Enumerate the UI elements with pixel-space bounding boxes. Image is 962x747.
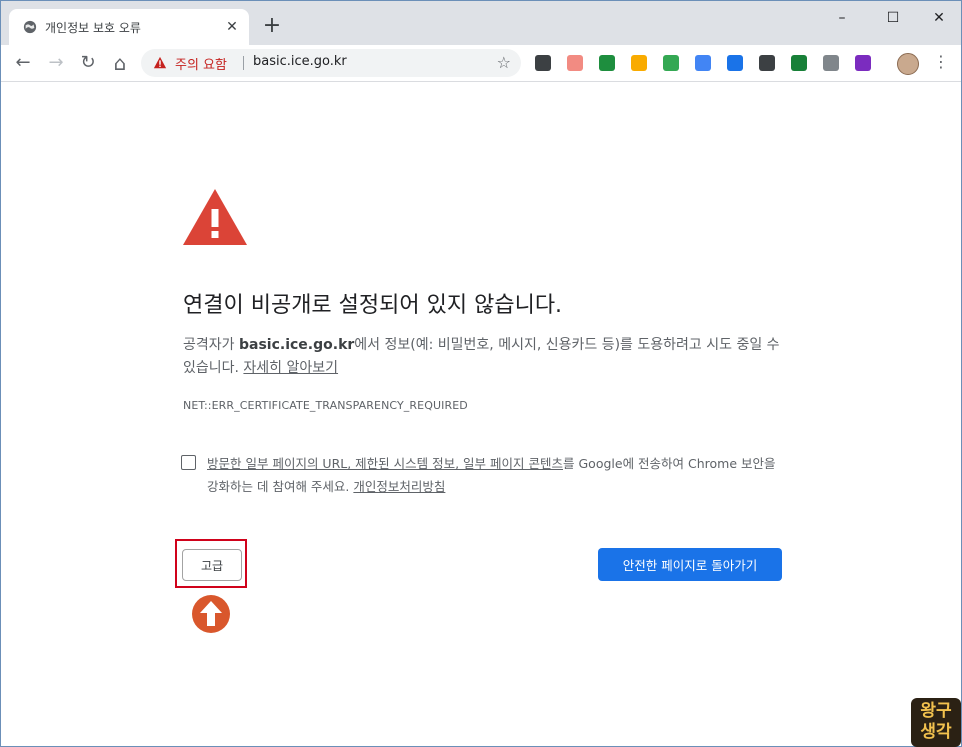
bookmark-star-icon[interactable]: ☆ (497, 53, 511, 72)
drive-icon[interactable] (663, 55, 679, 71)
tab-privacy-error[interactable]: 개인정보 보호 오류 ✕ (9, 9, 249, 45)
tab-close-icon[interactable]: ✕ (223, 18, 241, 36)
site-domain: basic.ice.go.kr (238, 337, 355, 353)
url-text[interactable]: basic.ice.go.kr (253, 54, 347, 69)
error-description: 공격자가 basic.ice.go.kr에서 정보(예: 비밀번호, 메시지, … (183, 337, 780, 376)
close-window-button[interactable]: ✕ (924, 7, 954, 29)
tab-strip: 개인정보 보호 오류 ✕ + – ☐ ✕ (1, 1, 961, 45)
minimize-button[interactable]: – (827, 7, 857, 29)
visual-studio-icon[interactable] (855, 55, 871, 71)
large-warning-icon (183, 189, 247, 245)
reload-button[interactable]: ↻ (76, 51, 100, 75)
translate-icon[interactable] (695, 55, 711, 71)
megaphone-icon[interactable] (727, 55, 743, 71)
consent-text: 방문한 일부 페이지의 URL, 제한된 시스템 정보, 일부 페이지 콘텐츠를… (207, 456, 776, 494)
error-code[interactable]: NET::ERR_CERTIFICATE_TRANSPARENCY_REQUIR… (183, 399, 468, 412)
maximize-button[interactable]: ☐ (878, 7, 908, 29)
profile-avatar[interactable] (897, 53, 919, 75)
up-arrow-icon (192, 595, 230, 633)
advanced-button[interactable]: 고급 (182, 549, 242, 581)
globe-icon (23, 20, 37, 34)
back-to-safety-button[interactable]: 안전한 페이지로 돌아가기 (598, 548, 782, 581)
consent-details-link[interactable]: 방문한 일부 페이지의 URL, 제한된 시스템 정보, 일부 페이지 콘텐츠 (207, 456, 563, 471)
browser-window: 개인정보 보호 오류 ✕ + – ☐ ✕ ← → ↻ ⌂ 주의 요함 basic… (0, 0, 962, 747)
page-title: 연결이 비공개로 설정되어 있지 않습니다. (183, 293, 563, 318)
security-status[interactable]: 주의 요함 (175, 54, 227, 73)
home-button[interactable]: ⌂ (108, 51, 132, 75)
learn-more-link[interactable]: 자세히 알아보기 (243, 360, 338, 376)
clock-icon[interactable] (631, 55, 647, 71)
classroom-icon[interactable] (599, 55, 615, 71)
browser-toolbar: ← → ↻ ⌂ 주의 요함 basic.ice.go.kr ☆ ⋮ (1, 45, 961, 82)
security-report-checkbox[interactable] (181, 455, 196, 470)
new-tab-button[interactable]: + (261, 15, 283, 37)
forward-button[interactable]: → (44, 51, 68, 75)
menu-icon[interactable]: ⋮ (933, 53, 949, 71)
omnibox-separator (243, 56, 244, 70)
back-button[interactable]: ← (11, 51, 35, 75)
warning-triangle-icon (153, 56, 167, 69)
media-icon[interactable] (567, 55, 583, 71)
privacy-policy-link[interactable]: 개인정보처리방침 (353, 479, 445, 494)
cast-icon[interactable] (791, 55, 807, 71)
drive-gray-icon[interactable] (823, 55, 839, 71)
tab-title: 개인정보 보호 오류 (45, 21, 141, 35)
watermark-logo: 왕구 생각 (911, 698, 961, 747)
keep-icon[interactable] (759, 55, 775, 71)
download-icon[interactable] (535, 55, 551, 71)
address-bar[interactable]: 주의 요함 basic.ice.go.kr ☆ (141, 49, 521, 77)
